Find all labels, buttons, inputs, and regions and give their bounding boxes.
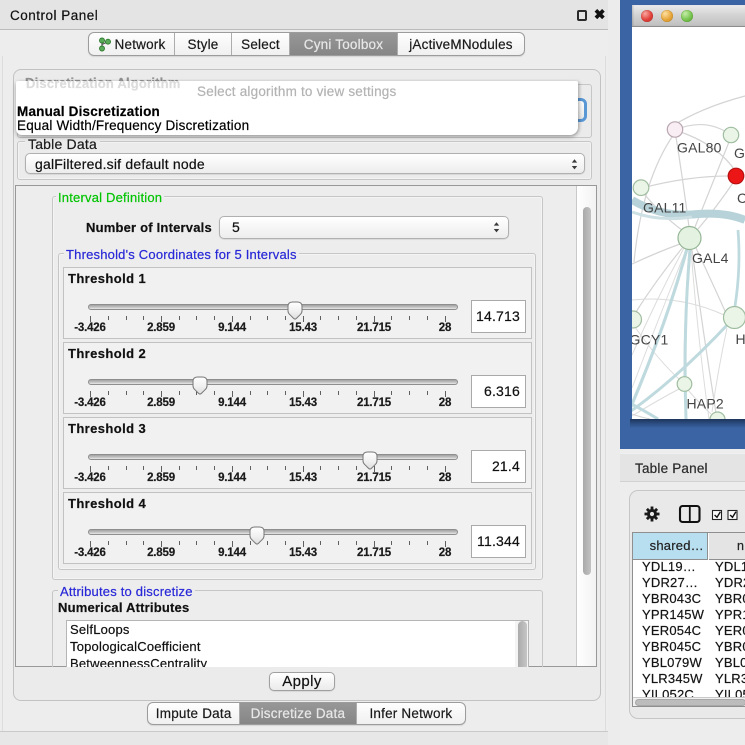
svg-text:CY: CY: [737, 190, 745, 206]
svg-text:GAL4: GAL4: [692, 250, 729, 266]
svg-text:HAP2: HAP2: [687, 396, 724, 412]
svg-text:GA: GA: [734, 145, 745, 161]
svg-text:GAL11: GAL11: [643, 200, 687, 216]
svg-text:HI: HI: [736, 331, 745, 347]
svg-text:GAL80: GAL80: [677, 140, 722, 156]
svg-text:GCY1: GCY1: [632, 332, 668, 348]
